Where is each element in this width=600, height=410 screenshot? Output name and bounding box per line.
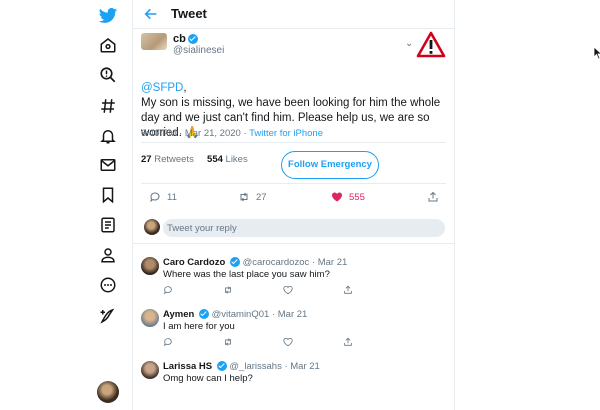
reply-header: Caro Cardozo @carocardozoc · Mar 21 xyxy=(163,257,347,268)
heart-icon[interactable] xyxy=(283,285,293,295)
profile-icon[interactable] xyxy=(97,244,119,266)
author-name[interactable]: cb xyxy=(173,33,186,45)
divider xyxy=(141,183,446,184)
tweet-time[interactable]: 6:40 PM · Mar 21, 2020 · xyxy=(141,128,249,139)
retweet-action[interactable]: 27 xyxy=(238,191,267,203)
hashtag-icon[interactable] xyxy=(97,95,119,117)
sidebar-nav xyxy=(88,0,128,410)
share-icon[interactable] xyxy=(343,337,353,347)
reply-author-name[interactable]: Aymen xyxy=(163,309,194,320)
reply-author-name[interactable]: Caro Cardozo xyxy=(163,257,225,268)
reply-action[interactable]: 11 xyxy=(149,191,177,203)
divider xyxy=(141,142,446,143)
author-name-row[interactable]: cb xyxy=(173,33,198,45)
like-action[interactable]: 555 xyxy=(331,191,365,203)
reply-author-name[interactable]: Larissa HS xyxy=(163,361,212,372)
author-avatar[interactable] xyxy=(141,33,167,50)
more-icon[interactable] xyxy=(97,274,119,296)
reply-author-avatar[interactable] xyxy=(141,309,159,327)
tweet-meta: 6:40 PM · Mar 21, 2020 · Twitter for iPh… xyxy=(141,128,323,139)
home-icon[interactable] xyxy=(97,34,119,56)
compose-tweet-icon[interactable] xyxy=(97,305,119,327)
mention-link[interactable]: @SFPD xyxy=(141,82,183,94)
verified-badge-icon xyxy=(187,34,198,45)
like-action-count: 555 xyxy=(349,191,365,203)
reply-actions xyxy=(163,285,393,297)
retweet-icon xyxy=(240,192,248,202)
reply-count: 11 xyxy=(167,191,177,203)
author-handle[interactable]: @sialinesei xyxy=(173,45,224,56)
reply-handle[interactable]: @carocardozoc · Mar 21 xyxy=(243,257,348,268)
account-avatar xyxy=(144,219,160,235)
lists-icon[interactable] xyxy=(97,214,119,236)
tweet-stats: 27 Retweets 554 Likes xyxy=(141,154,248,165)
heart-icon[interactable] xyxy=(283,337,293,347)
reply-tweet[interactable]: Larissa HS @_larissahs · Mar 21 Omg how … xyxy=(133,359,454,409)
reply-handle[interactable]: @vitaminQ01 · Mar 21 xyxy=(212,309,308,320)
tweet-actions: 11 27 555 xyxy=(133,191,454,209)
mouse-cursor-icon xyxy=(593,46,600,60)
retweet-icon[interactable] xyxy=(223,337,233,347)
reply-header: Aymen @vitaminQ01 · Mar 21 xyxy=(163,309,307,320)
reply-author-avatar[interactable] xyxy=(141,361,159,379)
retweet-action-count: 27 xyxy=(256,191,267,203)
share-icon xyxy=(428,191,438,202)
reply-icon xyxy=(150,192,160,203)
notifications-icon[interactable] xyxy=(97,125,119,147)
mention-comma: , xyxy=(183,82,187,94)
verified-badge-icon xyxy=(216,361,227,372)
reply-icon[interactable] xyxy=(163,285,173,295)
heart-filled-icon xyxy=(331,192,343,202)
tweet-detail-column: Tweet cb @sialinesei ⌄ @SFPD, My son is … xyxy=(132,0,455,410)
reply-input[interactable] xyxy=(163,219,445,237)
page-title: Tweet xyxy=(171,6,207,21)
reply-author-avatar[interactable] xyxy=(141,257,159,275)
account-avatar[interactable] xyxy=(97,381,119,403)
reply-composer xyxy=(133,213,454,244)
reply-text: Where was the last place you saw him? xyxy=(163,269,330,280)
reply-handle[interactable]: @_larissahs · Mar 21 xyxy=(229,361,319,372)
chevron-down-icon[interactable]: ⌄ xyxy=(405,38,413,49)
page-header: Tweet xyxy=(133,0,454,29)
follow-emergency-button[interactable]: Follow Emergency xyxy=(281,151,379,179)
retweets-label[interactable]: Retweets xyxy=(154,154,194,165)
reply-text: I am here for you xyxy=(163,321,235,332)
tweet-source[interactable]: Twitter for iPhone xyxy=(249,128,323,139)
search-icon[interactable] xyxy=(97,64,119,86)
share-action[interactable] xyxy=(427,191,439,203)
reply-tweet[interactable]: Aymen @vitaminQ01 · Mar 21 I am here for… xyxy=(133,307,454,357)
verified-badge-icon xyxy=(229,257,240,268)
retweet-icon[interactable] xyxy=(223,285,233,295)
retweet-count[interactable]: 27 xyxy=(141,154,152,165)
likes-label[interactable]: Likes xyxy=(226,154,248,165)
reply-header: Larissa HS @_larissahs · Mar 21 xyxy=(163,361,320,372)
twitter-logo-icon[interactable] xyxy=(97,5,119,27)
warning-icon xyxy=(416,31,446,58)
back-arrow-icon[interactable] xyxy=(143,6,159,22)
reply-actions xyxy=(163,337,393,349)
reply-icon[interactable] xyxy=(163,337,173,347)
share-icon[interactable] xyxy=(343,285,353,295)
messages-icon[interactable] xyxy=(97,154,119,176)
bookmark-icon[interactable] xyxy=(97,184,119,206)
reply-tweet[interactable]: Caro Cardozo @carocardozoc · Mar 21 Wher… xyxy=(133,255,454,305)
like-count[interactable]: 554 xyxy=(207,154,223,165)
verified-badge-icon xyxy=(198,309,209,320)
reply-text: Omg how can I help? xyxy=(163,373,253,384)
